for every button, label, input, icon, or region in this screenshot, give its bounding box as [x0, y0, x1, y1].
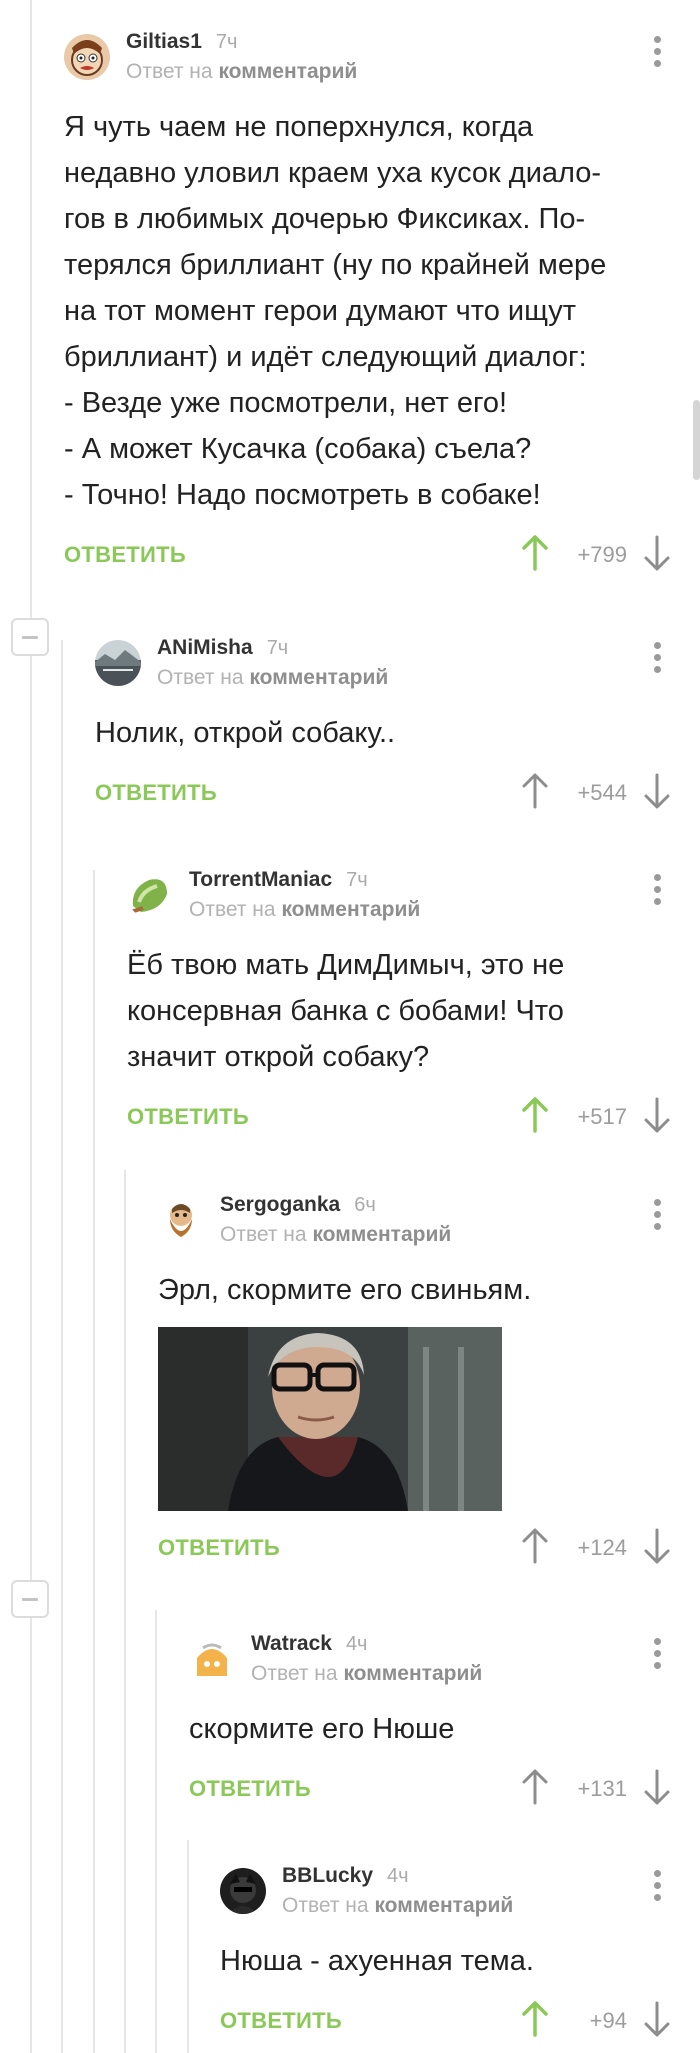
man-with-glasses-image [158, 1327, 502, 1511]
rating: +517 [577, 1104, 627, 1129]
rating: +94 [589, 2008, 627, 2033]
comment: Watrack 4ч Ответ на комментарий скормите … [189, 1632, 700, 1816]
reply-to[interactable]: Ответ на комментарий [157, 666, 388, 690]
comment-text: скормите его Нюше [189, 1713, 455, 1745]
arrow-up-icon[interactable] [520, 1768, 550, 1806]
thread-line [93, 870, 95, 2053]
more-vertical-icon[interactable] [652, 1199, 662, 1233]
reply-to[interactable]: Ответ на комментарий [126, 60, 357, 84]
comment: Sergoganka 6ч Ответ на комментарий Эрл, с… [158, 1193, 700, 1575]
comment-text: Ёб твою мать ДимДимыч, это не консервная … [127, 949, 565, 1073]
comment-text: Я чуть чаем не поперхнулся, когда недавно… [64, 111, 607, 511]
author-name[interactable]: Giltias1 7ч [126, 30, 237, 54]
arrow-down-icon[interactable] [642, 1096, 672, 1134]
comment-time: 4ч [345, 1633, 368, 1655]
comment-time: 7ч [266, 637, 289, 659]
reply-button[interactable]: ОТВЕТИТЬ [64, 542, 186, 568]
rating: +799 [577, 542, 627, 567]
avatar[interactable] [95, 640, 141, 686]
reply-to[interactable]: Ответ на комментарий [251, 1662, 482, 1686]
comment-time: 6ч [354, 1194, 376, 1216]
arrow-up-icon[interactable] [520, 772, 550, 810]
comment-text: Нюша - ахуенная тема. [220, 1945, 534, 1977]
reply-button[interactable]: ОТВЕТИТЬ [158, 1535, 280, 1561]
author-name[interactable]: TorrentManiac 7ч [189, 868, 368, 892]
rating: +544 [577, 780, 627, 805]
author-name[interactable]: Watrack 4ч [251, 1632, 367, 1656]
thread-line [61, 640, 63, 2053]
thread-line [30, 0, 32, 2053]
arrow-up-icon[interactable] [520, 1096, 550, 1134]
arrow-down-icon[interactable] [642, 1527, 672, 1565]
comment: Giltias1 7ч Ответ на комментарий Я чуть ч… [64, 30, 700, 582]
more-vertical-icon[interactable] [652, 874, 662, 908]
author-name[interactable]: BBLucky 4ч [282, 1864, 409, 1888]
avatar[interactable] [220, 1868, 266, 1914]
comment: TorrentManiac 7ч Ответ на комментарий Ёб … [127, 868, 700, 1144]
rating: +131 [577, 1776, 627, 1801]
arrow-down-icon[interactable] [642, 772, 672, 810]
comment-time: 4ч [387, 1865, 409, 1887]
reply-button[interactable]: ОТВЕТИТЬ [220, 2008, 342, 2034]
more-vertical-icon[interactable] [652, 1638, 662, 1672]
reply-to[interactable]: Ответ на комментарий [282, 1894, 513, 1918]
comment-text: Нолик, открой собаку.. [95, 717, 396, 749]
arrow-up-icon[interactable] [520, 2000, 550, 2038]
collapse-thread-icon[interactable] [11, 1580, 49, 1618]
comment-time: 7ч [215, 31, 238, 53]
arrow-down-icon[interactable] [642, 2000, 672, 2038]
comment: BBLucky 4ч Ответ на комментарий Нюша - ах… [220, 1864, 700, 2048]
comment: ANiMisha 7ч Ответ на комментарий Нолик, о… [95, 636, 700, 820]
more-vertical-icon[interactable] [652, 36, 662, 70]
arrow-down-icon[interactable] [642, 1768, 672, 1806]
avatar[interactable] [127, 872, 173, 918]
thread-line [187, 1840, 189, 2053]
arrow-up-icon[interactable] [520, 1527, 550, 1565]
reply-button[interactable]: ОТВЕТИТЬ [127, 1104, 249, 1130]
comment-time: 7ч [346, 869, 368, 891]
comment-image[interactable] [158, 1327, 502, 1511]
arrow-down-icon[interactable] [642, 534, 672, 572]
reply-to[interactable]: Ответ на комментарий [220, 1223, 451, 1247]
avatar[interactable] [158, 1197, 204, 1243]
reply-button[interactable]: ОТВЕТИТЬ [189, 1776, 311, 1802]
thread-line [155, 1610, 157, 2053]
more-vertical-icon[interactable] [652, 642, 662, 676]
author-name[interactable]: ANiMisha 7ч [157, 636, 288, 660]
author-name[interactable]: Sergoganka 6ч [220, 1193, 376, 1217]
reply-button[interactable]: ОТВЕТИТЬ [95, 780, 217, 806]
collapse-thread-icon[interactable] [11, 618, 49, 656]
more-vertical-icon[interactable] [652, 1870, 662, 1904]
avatar[interactable] [64, 34, 110, 80]
comment-text: Эрл, скормите его свиньям. [158, 1274, 532, 1306]
thread-line [124, 1170, 126, 2053]
avatar[interactable] [189, 1636, 235, 1682]
arrow-up-icon[interactable] [520, 534, 550, 572]
rating: +124 [577, 1535, 627, 1560]
reply-to[interactable]: Ответ на комментарий [189, 898, 420, 922]
